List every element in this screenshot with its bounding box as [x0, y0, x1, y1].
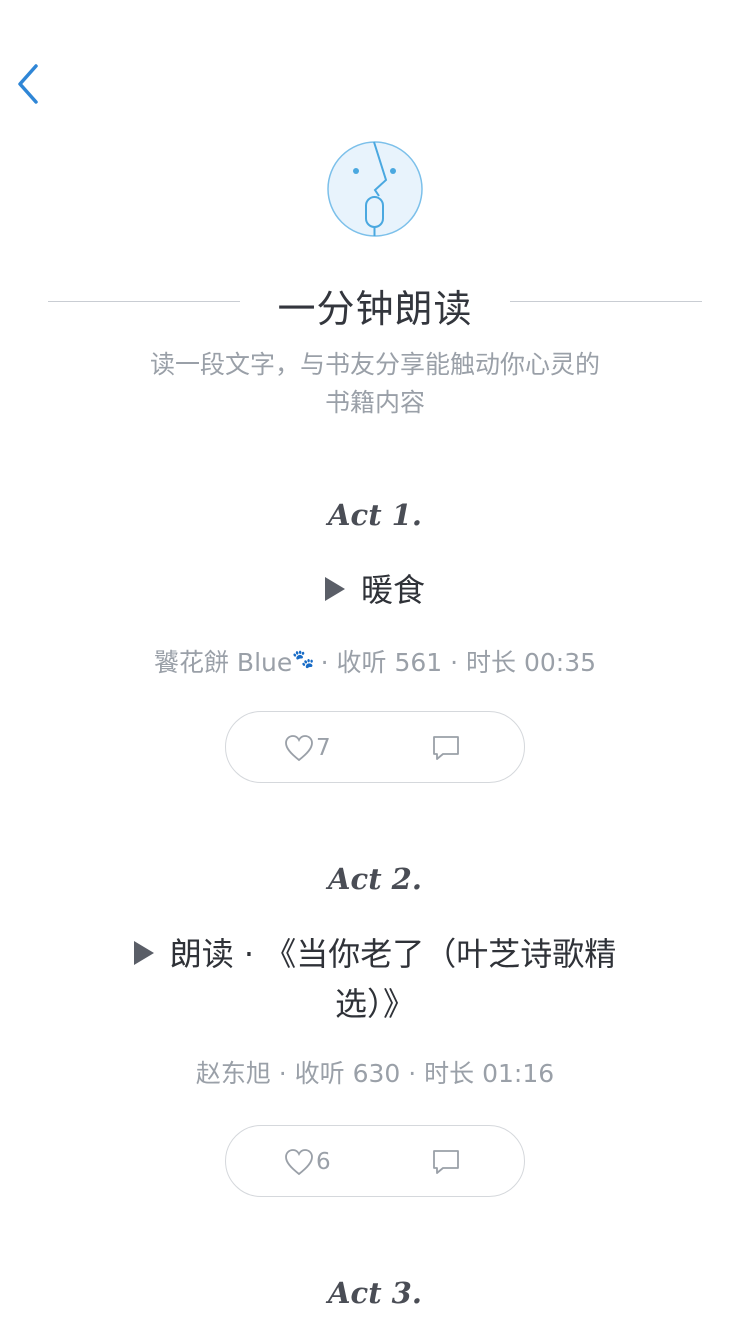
act-label: Act 3. — [328, 1276, 422, 1310]
duration: · 时长 00:35 — [450, 648, 597, 677]
back-button[interactable] — [14, 62, 44, 106]
divider-right — [510, 301, 702, 302]
act-label: Act 1. — [328, 498, 422, 532]
paw-icon: 🐾 — [292, 649, 314, 670]
act-title-text: 朗读 · 《当你老了（叶芝诗歌精选）》 — [169, 935, 617, 1023]
heart-icon — [285, 1149, 313, 1176]
like-count: 6 — [316, 1149, 331, 1175]
act-title[interactable]: 朗读 · 《当你老了（叶芝诗歌精选）》 — [115, 929, 635, 1029]
like-count: 7 — [316, 735, 331, 761]
like-button[interactable]: 6 — [284, 1146, 331, 1178]
author-name[interactable]: 饕花餅 Blue — [154, 648, 292, 677]
act-meta: 赵东旭 · 收听 630 · 时长 01:16 — [195, 1059, 555, 1088]
page-title: 一分钟朗读 — [277, 287, 473, 331]
action-pill: 7 — [225, 711, 525, 783]
act-card: Act 3. — [0, 1273, 750, 1313]
logo — [326, 140, 424, 238]
comment-button[interactable] — [430, 732, 462, 764]
chevron-left-icon — [18, 64, 38, 104]
page-header: 一分钟朗读 — [0, 272, 750, 332]
act-title[interactable]: 暖食 — [115, 565, 635, 615]
act-card: Act 1. 暖食 饕花餅 Blue🐾 · 收听 561 · 时长 00:35 … — [0, 495, 750, 783]
act-meta: 饕花餅 Blue🐾 · 收听 561 · 时长 00:35 — [0, 643, 750, 677]
listen-count: · 收听 561 — [320, 648, 443, 677]
comment-icon — [433, 736, 459, 760]
play-icon[interactable] — [133, 941, 154, 965]
act-card: Act 2. 朗读 · 《当你老了（叶芝诗歌精选）》 赵东旭 · 收听 630 … — [0, 859, 750, 1197]
comment-button[interactable] — [430, 1146, 462, 1178]
face-microphone-icon — [327, 141, 423, 237]
action-pill: 6 — [225, 1125, 525, 1197]
play-icon[interactable] — [324, 577, 345, 601]
like-button[interactable]: 7 — [284, 732, 331, 764]
act-label: Act 2. — [328, 862, 422, 896]
comment-icon — [433, 1150, 459, 1174]
heart-icon — [285, 735, 313, 762]
act-title-text: 暖食 — [360, 571, 425, 609]
intro-text: 读一段文字，与书友分享能触动你心灵的书籍内容 — [150, 350, 601, 417]
